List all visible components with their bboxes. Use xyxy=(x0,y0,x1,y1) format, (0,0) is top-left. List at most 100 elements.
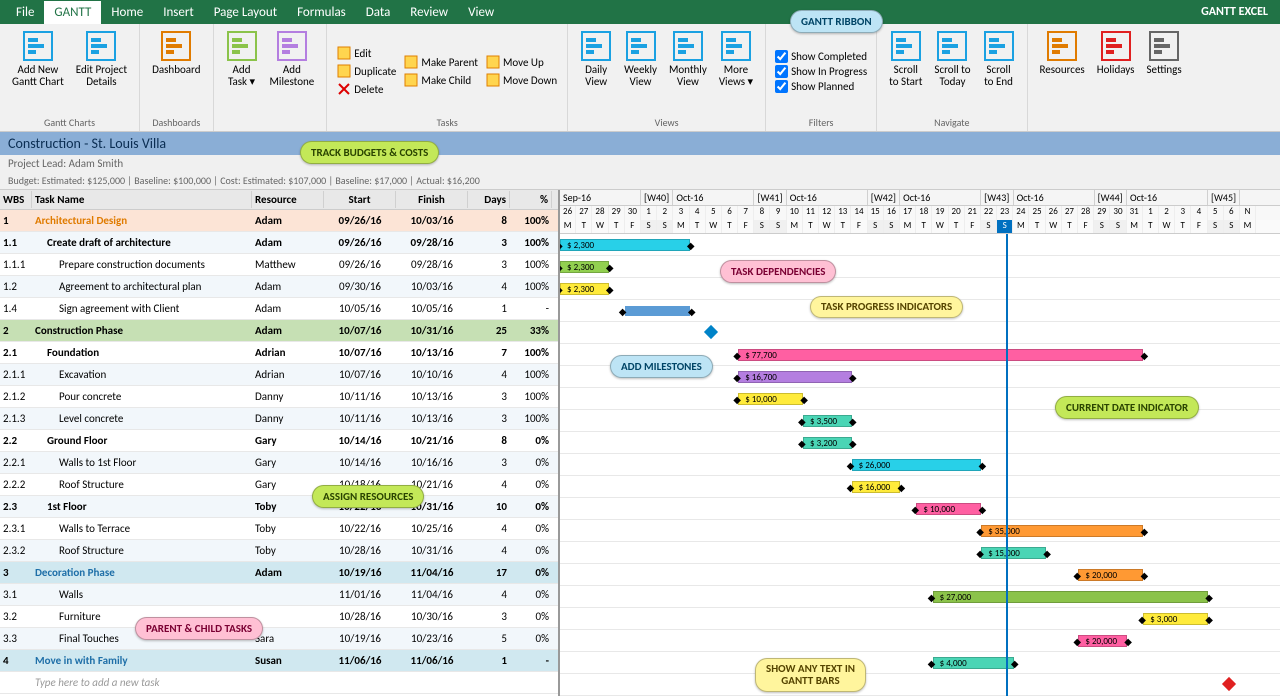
gantt-row: ◆$ 35,000◆ xyxy=(560,520,1280,542)
menu-insert[interactable]: Insert xyxy=(153,1,204,24)
ribbon-btn[interactable]: Settings xyxy=(1140,28,1187,127)
menu-view[interactable]: View xyxy=(458,1,504,24)
task-row[interactable]: 2.3.2Roof StructureToby10/28/1610/31/164… xyxy=(0,540,558,562)
task-row[interactable]: 2.1FoundationAdrian10/07/1610/13/167100% xyxy=(0,342,558,364)
gantt-bar[interactable]: ◆$ 2,300◆ xyxy=(560,239,690,251)
small-icon xyxy=(404,55,418,69)
menu-page layout[interactable]: Page Layout xyxy=(204,1,287,24)
ribbon-btn[interactable]: Edit ProjectDetails xyxy=(70,28,133,114)
milestone-icon[interactable] xyxy=(704,325,718,339)
task-row[interactable]: 3.1Walls11/01/1611/04/1640% xyxy=(0,584,558,606)
ribbon-small-btn[interactable]: Move Up xyxy=(482,53,561,71)
task-row[interactable]: 1Architectural DesignAdam09/26/1610/03/1… xyxy=(0,210,558,232)
ribbon-btn[interactable]: Scrollto Start xyxy=(883,28,928,114)
ribbon-btn[interactable]: MonthlyView xyxy=(663,28,713,114)
callout-progress: TASK PROGRESS INDICATORS xyxy=(810,296,963,318)
ribbon-small-btn[interactable]: Move Down xyxy=(482,71,561,89)
callout-budgets: TRACK BUDGETS & COSTS xyxy=(300,141,439,164)
task-row[interactable]: 1.1.1Prepare construction documentsMatth… xyxy=(0,254,558,276)
ribbon-btn[interactable]: Scroll toToday xyxy=(928,28,976,114)
gantt-bar[interactable]: ◆$ 2,300◆ xyxy=(560,283,609,295)
gantt-bar[interactable]: ◆$ 10,000◆ xyxy=(916,503,981,515)
filter-check[interactable]: Show In Progress xyxy=(772,64,870,79)
task-row[interactable]: 1.1Create draft of architectureAdam09/26… xyxy=(0,232,558,254)
menu-formulas[interactable]: Formulas xyxy=(287,1,356,24)
gantt-row: ◆$ 10,000◆ xyxy=(560,498,1280,520)
task-row[interactable]: 2.2.2Roof StructureGary10/18/1610/21/164… xyxy=(0,474,558,496)
gantt-bar[interactable]: ◆◆ xyxy=(625,306,690,316)
gantt-bar[interactable]: ◆$ 2,300◆ xyxy=(560,261,609,273)
task-row[interactable]: 3.3Final TouchesSara10/19/1610/23/1650% xyxy=(0,628,558,650)
ribbon-icon xyxy=(580,30,612,62)
gantt-chart: Sep-16[W40]Oct-16[W41]Oct-16[W42]Oct-16[… xyxy=(560,190,1280,696)
filter-check[interactable]: Show Completed xyxy=(772,49,870,64)
ribbon-small-btn[interactable]: Delete xyxy=(333,80,400,98)
task-row[interactable]: 1.2Agreement to architectural planAdam09… xyxy=(0,276,558,298)
gantt-bar[interactable]: ◆$ 16,700◆ xyxy=(738,371,851,383)
gantt-bar[interactable]: ◆$ 16,000◆ xyxy=(852,481,901,493)
small-icon xyxy=(486,73,500,87)
gantt-row xyxy=(560,322,1280,344)
menu-review[interactable]: Review xyxy=(400,1,458,24)
task-row[interactable]: 2.2Ground FloorGary10/14/1610/21/1680% xyxy=(0,430,558,452)
gantt-bar[interactable]: ◆$ 20,000◆ xyxy=(1078,635,1127,647)
milestone-icon[interactable] xyxy=(1222,677,1236,691)
ribbon-icon xyxy=(22,30,54,62)
ribbon-small-btn[interactable]: Make Child xyxy=(400,71,482,89)
ribbon-small-btn[interactable]: Edit xyxy=(333,44,400,62)
small-icon xyxy=(486,55,500,69)
ribbon-btn[interactable]: Scrollto End xyxy=(977,28,1021,114)
small-icon xyxy=(337,82,351,96)
menu-home[interactable]: Home xyxy=(101,1,153,24)
gantt-bar[interactable]: ◆$ 20,000◆ xyxy=(1078,569,1143,581)
task-row[interactable]: 2.1.3Level concreteDanny10/11/1610/13/16… xyxy=(0,408,558,430)
gantt-bar[interactable]: ◆$ 26,000◆ xyxy=(852,459,982,471)
task-row[interactable]: 2.31st FloorToby10/22/1610/31/16100% xyxy=(0,496,558,518)
callout-milestones: ADD MILESTONES xyxy=(610,355,713,378)
gantt-bar[interactable]: ◆$ 4,000◆ xyxy=(933,657,1014,669)
ribbon-small-btn[interactable]: Duplicate xyxy=(333,62,400,80)
task-row[interactable]: 3Decoration PhaseAdam10/19/1611/04/16170… xyxy=(0,562,558,584)
menu-gantt[interactable]: GANTT xyxy=(44,1,101,24)
ribbon-btn[interactable]: MoreViews ▾ xyxy=(713,28,759,114)
ribbon: Add NewGantt ChartEdit ProjectDetailsGan… xyxy=(0,24,1280,132)
task-row[interactable]: 3.2Furniture10/28/1610/30/1630% xyxy=(0,606,558,628)
gantt-bar[interactable]: ◆$ 77,700◆ xyxy=(738,349,1143,361)
filter-check[interactable]: Show Planned xyxy=(772,79,870,94)
gantt-row: ◆$ 27,000◆ xyxy=(560,586,1280,608)
gantt-bar[interactable]: ◆$ 3,500◆ xyxy=(803,415,852,427)
ribbon-btn[interactable]: Add NewGantt Chart xyxy=(6,28,70,114)
task-row[interactable]: 2.2.1Walls to 1st FloorGary10/14/1610/16… xyxy=(0,452,558,474)
gantt-row xyxy=(560,674,1280,696)
gantt-row: ◆$ 3,000◆ xyxy=(560,608,1280,630)
ribbon-btn[interactable]: Resources xyxy=(1034,28,1091,127)
ribbon-btn[interactable]: Dashboard xyxy=(146,28,206,114)
task-row[interactable]: 1.4Sign agreement with ClientAdam10/05/1… xyxy=(0,298,558,320)
ribbon-small-btn[interactable]: Make Parent xyxy=(400,53,482,71)
ribbon-btn[interactable]: Holidays xyxy=(1091,28,1141,127)
ribbon-btn[interactable]: DailyView xyxy=(574,28,618,114)
ribbon-btn[interactable]: WeeklyView xyxy=(618,28,663,114)
task-row[interactable]: 2.1.1ExcavationAdrian10/07/1610/10/16410… xyxy=(0,364,558,386)
task-row[interactable]: 4Move in with FamilySusan11/06/1611/06/1… xyxy=(0,650,558,672)
gantt-bar[interactable]: ◆$ 10,000◆ xyxy=(738,393,803,405)
task-row[interactable]: 2.1.2Pour concreteDanny10/11/1610/13/163… xyxy=(0,386,558,408)
task-row[interactable]: 2.3.1Walls to TerraceToby10/22/1610/25/1… xyxy=(0,518,558,540)
ribbon-icon xyxy=(625,30,657,62)
task-row[interactable]: 2Construction PhaseAdam10/07/1610/31/162… xyxy=(0,320,558,342)
menu-file[interactable]: File xyxy=(6,1,44,24)
callout-gantt-ribbon: GANTT RIBBON xyxy=(790,10,883,33)
gantt-bar[interactable]: ◆$ 15,000◆ xyxy=(981,547,1046,559)
ribbon-btn[interactable]: AddMilestone xyxy=(264,28,321,127)
ribbon-btn[interactable]: AddTask ▾ xyxy=(220,28,264,127)
small-icon xyxy=(337,46,351,60)
new-task-input[interactable]: Type here to add a new task xyxy=(32,676,252,689)
small-icon xyxy=(404,73,418,87)
ribbon-icon xyxy=(672,30,704,62)
gantt-bar[interactable]: ◆$ 3,200◆ xyxy=(803,437,852,449)
gantt-bar[interactable]: ◆$ 27,000◆ xyxy=(933,591,1208,603)
menu-data[interactable]: Data xyxy=(356,1,401,24)
brand: GANTT EXCEL xyxy=(1201,5,1274,19)
ribbon-icon xyxy=(160,30,192,62)
gantt-bar[interactable]: ◆$ 3,000◆ xyxy=(1143,613,1208,625)
